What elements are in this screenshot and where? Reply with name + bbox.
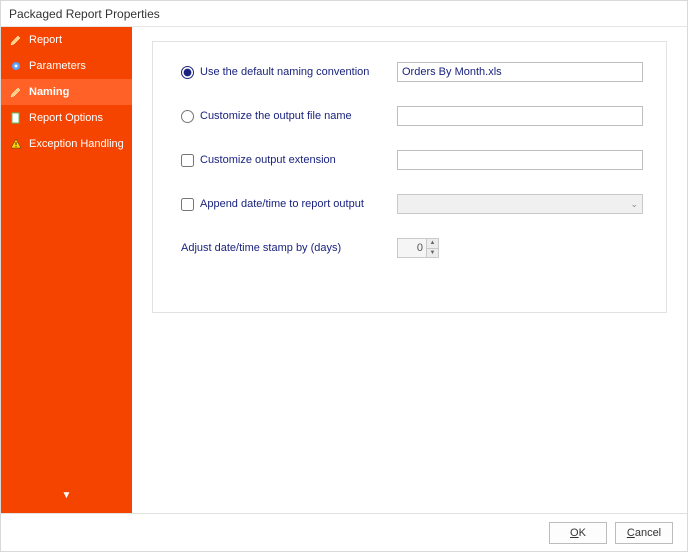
cancel-button[interactable]: Cancel [615,522,673,544]
sidebar-item-label: Exception Handling [29,138,124,150]
default-naming-label: Use the default naming convention [200,66,369,78]
customize-filename-label: Customize the output file name [200,110,352,122]
pencil-icon [9,33,23,47]
append-datetime-combo[interactable]: ⌄ [397,194,643,214]
warning-icon [9,137,23,151]
adjust-stamp-value: 0 [398,239,426,257]
gear-icon [9,59,23,73]
dialog-footer: OK Cancel [1,513,687,551]
spinner-down[interactable]: ▼ [427,249,438,258]
customize-extension-input[interactable] [397,150,643,170]
pencil-icon [9,85,23,99]
dialog-body: Report Parameters Naming [1,27,687,513]
chevron-down-icon: ▼ [62,490,72,501]
chevron-down-icon: ⌄ [630,199,638,210]
sidebar-item-label: Parameters [29,60,86,72]
append-datetime-checkbox[interactable]: Append date/time to report output [181,198,381,211]
main-panel: Use the default naming convention Custom… [132,27,687,513]
sidebar: Report Parameters Naming [1,27,132,513]
sidebar-item-parameters[interactable]: Parameters [1,53,132,79]
page-icon [9,111,23,125]
spinner-buttons: ▲ ▼ [426,239,438,257]
row-default-naming: Use the default naming convention [181,62,646,82]
sidebar-expand[interactable]: ▼ [1,482,132,513]
sidebar-item-label: Naming [29,86,69,98]
row-append-datetime: Append date/time to report output ⌄ [181,194,646,214]
row-adjust-stamp: Adjust date/time stamp by (days) 0 ▲ ▼ [181,238,646,258]
row-customize-extension: Customize output extension [181,150,646,170]
sidebar-item-report-options[interactable]: Report Options [1,105,132,131]
sidebar-item-label: Report Options [29,112,103,124]
adjust-stamp-spinner[interactable]: 0 ▲ ▼ [397,238,439,258]
titlebar: Packaged Report Properties [1,1,687,27]
adjust-stamp-label: Adjust date/time stamp by (days) [181,242,381,254]
checkbox-customize-extension[interactable] [181,154,194,167]
sidebar-list: Report Parameters Naming [1,27,132,482]
sidebar-item-exception-handling[interactable]: Exception Handling [1,131,132,157]
ok-button[interactable]: OK [549,522,607,544]
sidebar-item-report[interactable]: Report [1,27,132,53]
dialog-window: Packaged Report Properties Report Parame… [0,0,688,552]
spinner-up[interactable]: ▲ [427,239,438,249]
row-customize-filename: Customize the output file name [181,106,646,126]
sidebar-item-label: Report [29,34,62,46]
customize-extension-checkbox[interactable]: Customize output extension [181,154,381,167]
append-datetime-label: Append date/time to report output [200,198,364,210]
default-naming-radio[interactable]: Use the default naming convention [181,66,381,79]
customize-filename-input[interactable] [397,106,643,126]
window-title: Packaged Report Properties [9,7,160,21]
radio-customize-filename[interactable] [181,110,194,123]
default-naming-input[interactable] [397,62,643,82]
customize-filename-radio[interactable]: Customize the output file name [181,110,381,123]
customize-extension-label: Customize output extension [200,154,336,166]
sidebar-item-naming[interactable]: Naming [1,79,132,105]
radio-default-naming[interactable] [181,66,194,79]
checkbox-append-datetime[interactable] [181,198,194,211]
naming-panel: Use the default naming convention Custom… [152,41,667,313]
